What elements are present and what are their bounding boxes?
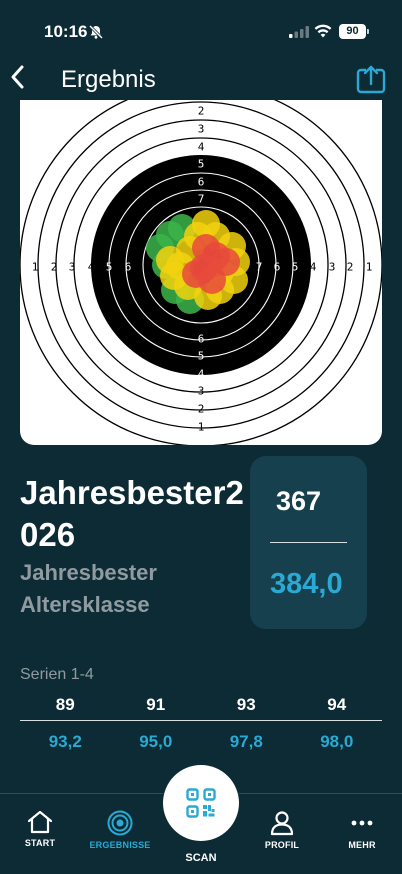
competition-name: Jahresbester2026	[20, 474, 244, 553]
ring-label-left-4: 4	[88, 261, 95, 274]
series-integer-4: 94	[327, 695, 347, 714]
series-decimal-row: 93,2 95,0 97,8 98,0	[20, 721, 382, 761]
tab-start[interactable]: START	[0, 810, 80, 848]
ring-label-bottom-5: 5	[198, 350, 205, 363]
more-dots-icon	[351, 820, 373, 826]
target-graphic: 2345676543211 2 3 4 5 6 7 6 5 4 3 2 1	[20, 100, 382, 445]
ring-label-top-5: 5	[198, 158, 205, 171]
signal-icon	[289, 26, 309, 38]
nav-bar: Ergebnis	[0, 54, 402, 104]
tab-start-label: START	[24, 838, 56, 848]
ring-label-bottom-3: 3	[198, 385, 205, 398]
bell-slash-icon	[88, 24, 104, 40]
score-integer: 367	[276, 486, 322, 516]
scan-button[interactable]	[163, 765, 239, 841]
ring-label-bottom-2: 2	[198, 403, 205, 416]
ring-label-right-2: 2	[347, 261, 354, 274]
hit-marker-26	[212, 248, 240, 276]
home-icon	[27, 810, 53, 834]
score-divider	[270, 542, 347, 543]
tab-mehr[interactable]: MEHR	[322, 810, 402, 850]
wifi-icon	[314, 24, 332, 38]
series-integer-row: 89 91 93 94	[20, 692, 382, 721]
ring-label-right-7: 7	[256, 261, 263, 274]
chevron-left-icon[interactable]	[8, 64, 28, 90]
tab-mehr-label: MEHR	[348, 840, 376, 850]
status-bar: 10:16 90	[0, 0, 402, 54]
ring-label-top-3: 3	[198, 123, 205, 136]
ring-label-right-4: 4	[310, 261, 317, 274]
ring-label-left-2: 2	[51, 261, 58, 274]
series-label: Serien 1-4	[20, 666, 94, 683]
hit-marker-25	[182, 260, 210, 288]
ring-label-top-6: 6	[198, 176, 205, 189]
ring-label-bottom-6: 6	[198, 333, 205, 346]
series-integer-2: 91	[146, 695, 166, 714]
score-card: 367 384,0	[250, 456, 367, 629]
series-decimal-2: 95,0	[139, 732, 173, 751]
ring-label-bottom-4: 4	[198, 368, 205, 381]
ring-label-top-7: 7	[198, 193, 205, 206]
score-decimal: 384,0	[270, 568, 343, 600]
ring-label-bottom-1: 1	[198, 421, 205, 434]
series-decimal-1: 93,2	[48, 732, 82, 751]
ring-label-right-3: 3	[329, 261, 336, 274]
shooting-target[interactable]: 2345676543211234567654321	[20, 100, 382, 445]
status-time: 10:16	[44, 22, 88, 41]
tab-ergebnisse[interactable]: ERGEBNISSE	[80, 810, 160, 850]
series-decimal-3: 97,8	[229, 732, 263, 751]
target-icon	[107, 810, 133, 836]
share-icon[interactable]	[356, 64, 386, 94]
qr-code-icon	[186, 788, 216, 818]
ring-label-right-1: 1	[366, 261, 373, 274]
ring-label-left-3: 3	[69, 261, 76, 274]
competition-category: Jahresbester Altersklasse	[20, 560, 157, 617]
ring-label-right-5: 5	[292, 261, 299, 274]
series-decimal-4: 98,0	[320, 732, 354, 751]
ring-label-right-6: 6	[274, 261, 281, 274]
ring-label-top-4: 4	[198, 141, 205, 154]
ring-label-left-6: 6	[125, 261, 132, 274]
series-integer-1: 89	[55, 695, 75, 714]
result-name-block: Jahresbester2026	[20, 472, 245, 556]
tab-profil-label: PROFIL	[264, 840, 300, 850]
series-table: 89 91 93 94 93,2 95,0 97,8 98,0	[20, 692, 382, 761]
tab-scan-label[interactable]: SCAN	[163, 852, 239, 864]
tab-profil[interactable]: PROFIL	[242, 810, 322, 850]
person-icon	[270, 811, 294, 836]
ring-label-top-2: 2	[198, 105, 205, 118]
ring-label-left-5: 5	[106, 261, 113, 274]
series-integer-3: 93	[236, 695, 256, 714]
tab-ergebnisse-label: ERGEBNISSE	[89, 840, 151, 850]
battery-indicator: 90	[339, 24, 369, 39]
page-title: Ergebnis	[61, 66, 156, 93]
ring-label-left-1: 1	[32, 261, 39, 274]
